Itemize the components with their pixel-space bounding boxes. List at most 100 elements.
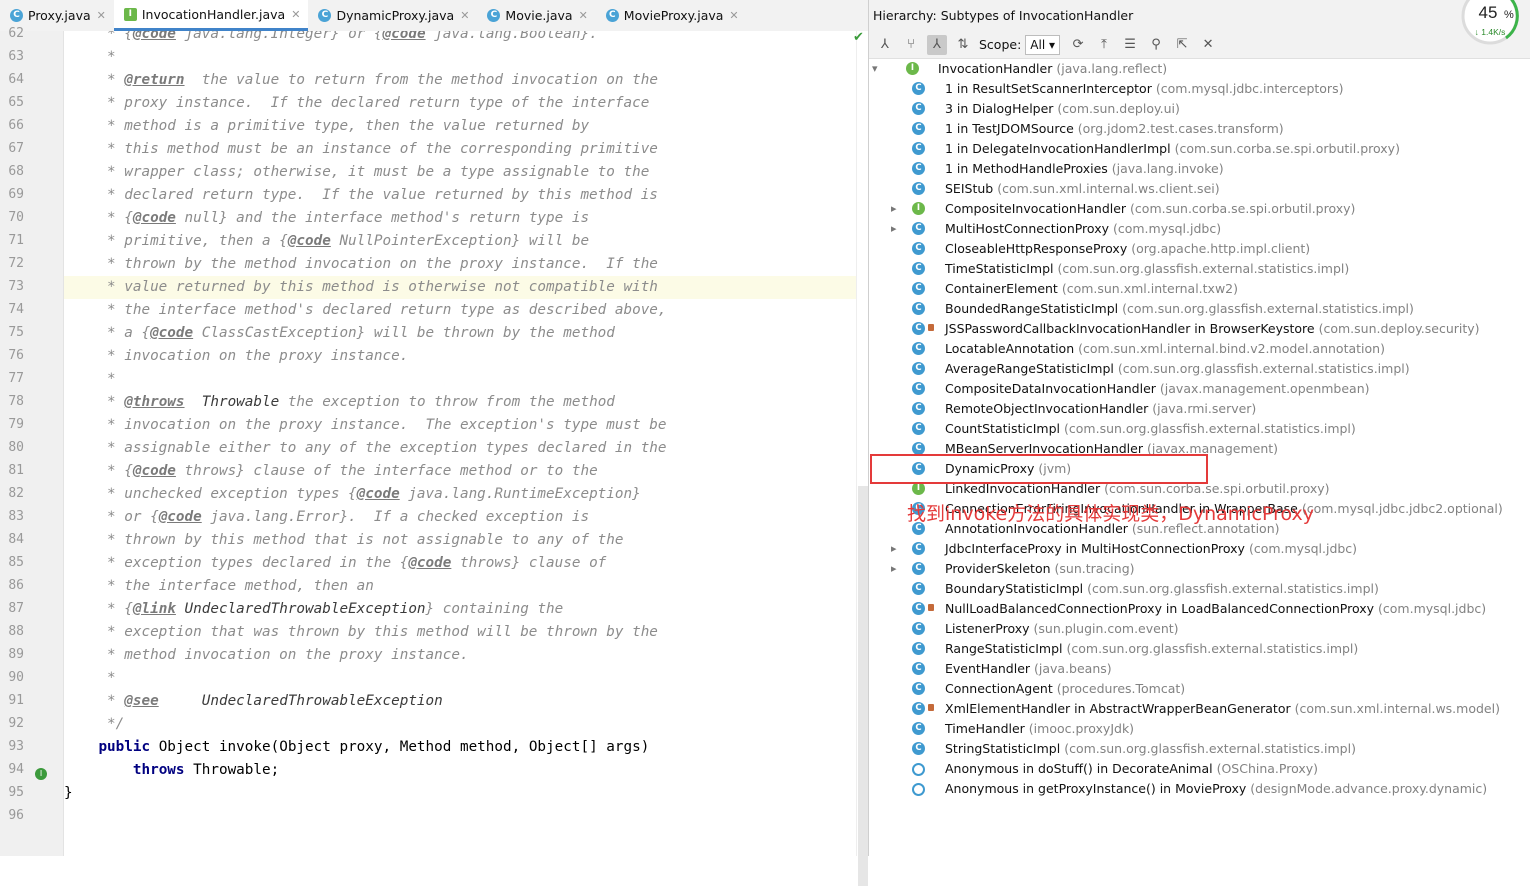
hierarchy-item[interactable]: Anonymous in getProxyInstance() in Movie… [869, 779, 1530, 799]
close-tab-icon[interactable]: ✕ [291, 8, 300, 21]
comment-line[interactable]: * [64, 667, 116, 690]
comment-line[interactable]: * {@code null} and the interface method'… [64, 207, 589, 230]
comment-line[interactable]: * invocation on the proxy instance. [64, 345, 408, 368]
hierarchy-item[interactable]: C RangeStatisticImpl (com.sun.org.glassfi… [869, 639, 1530, 659]
close-icon[interactable]: ✕ [1198, 35, 1218, 55]
hierarchy-item[interactable]: ▸ C JdbcInterfaceProxy in MultiHostConnect… [869, 539, 1530, 559]
comment-line[interactable]: * @see UndeclaredThrowableException [64, 690, 443, 713]
comment-line[interactable]: */ [64, 713, 124, 736]
comment-line[interactable]: * wrapper class; otherwise, it must be a… [64, 161, 649, 184]
close-tab-icon[interactable]: ✕ [579, 9, 588, 22]
refresh-icon[interactable]: ⟳ [1068, 35, 1088, 55]
expand-arrow-icon[interactable]: ▸ [891, 199, 897, 219]
hierarchy-root[interactable]: ▾ I InvocationHandler (java.lang.reflect) [869, 59, 1530, 79]
implemented-method-icon[interactable]: I [35, 768, 47, 780]
class-icon: C [912, 82, 925, 95]
comment-line[interactable]: * invocation on the proxy instance. The … [64, 414, 667, 437]
hierarchy-item[interactable]: C ListenerProxy (sun.plugin.com.event) [869, 619, 1530, 639]
comment-line[interactable]: * @return the value to return from the m… [64, 69, 658, 92]
hierarchy-item[interactable]: C StringStatisticImpl (com.sun.org.glassf… [869, 739, 1530, 759]
comment-line[interactable]: * declared return type. If the value ret… [64, 184, 658, 207]
type-hierarchy-icon[interactable]: ⑂ [901, 35, 921, 55]
comment-line[interactable]: * unchecked exception types {@code java.… [64, 483, 641, 506]
hierarchy-item[interactable]: ▸ C ProviderSkeleton (sun.tracing) [869, 559, 1530, 579]
hierarchy-item[interactable]: C AverageRangeStatisticImpl (com.sun.org.… [869, 359, 1530, 379]
tab-invocationhandler[interactable]: I InvocationHandler.java ✕ [113, 0, 309, 31]
expand-all-icon[interactable]: ☰ [1120, 35, 1140, 55]
expand-arrow-icon[interactable]: ▸ [891, 219, 897, 239]
comment-line[interactable]: * the interface method, then an [64, 575, 374, 598]
hierarchy-item[interactable]: C EventHandler (java.beans) [869, 659, 1530, 679]
hierarchy-item[interactable]: C 1 in DelegateInvocationHandlerImpl (com… [869, 139, 1530, 159]
comment-line[interactable]: * {@link UndeclaredThrowableException} c… [64, 598, 563, 621]
hierarchy-item[interactable]: C XmlElementHandler in AbstractWrapperBea… [869, 699, 1530, 719]
editor-scrollbar-thumb[interactable] [858, 486, 868, 886]
close-tab-icon[interactable]: ✕ [729, 9, 738, 22]
hierarchy-item[interactable]: C ConnectionAgent (procedures.Tomcat) [869, 679, 1530, 699]
comment-line[interactable]: * [64, 46, 116, 69]
hierarchy-item[interactable]: C BoundaryStatisticImpl (com.sun.org.glas… [869, 579, 1530, 599]
hierarchy-item[interactable]: C SEIStub (com.sun.xml.internal.ws.client… [869, 179, 1530, 199]
expand-arrow-icon[interactable]: ▸ [891, 539, 897, 559]
hierarchy-item[interactable]: C RemoteObjectInvocationHandler (java.rmi… [869, 399, 1530, 419]
comment-line[interactable]: * method is a primitive type, then the v… [64, 115, 589, 138]
close-tab-icon[interactable]: ✕ [97, 9, 106, 22]
code-editor[interactable]: * {@code java.lang.Integer} or {@code ja… [64, 31, 856, 856]
hierarchy-item[interactable]: C ContainerElement (com.sun.xml.internal.… [869, 279, 1530, 299]
hierarchy-item[interactable]: C TimeHandler (imooc.proxyJdk) [869, 719, 1530, 739]
comment-line[interactable]: * this method must be an instance of the… [64, 138, 658, 161]
hierarchy-item[interactable]: C TimeStatisticImpl (com.sun.org.glassfis… [869, 259, 1530, 279]
hierarchy-item[interactable]: Anonymous in doStuff() in DecorateAnimal… [869, 759, 1530, 779]
close-tab-icon[interactable]: ✕ [460, 9, 469, 22]
supertypes-hierarchy-icon[interactable]: ⅄ [875, 35, 895, 55]
comment-line[interactable]: * assignable either to any of the except… [64, 437, 667, 460]
comment-line[interactable]: * {@code throws} clause of the interface… [64, 460, 598, 483]
comment-line[interactable]: * method invocation on the proxy instanc… [64, 644, 469, 667]
tab-movieproxy[interactable]: C MovieProxy.java ✕ [596, 0, 747, 31]
hierarchy-item[interactable]: C 1 in TestJDOMSource (org.jdom2.test.cas… [869, 119, 1530, 139]
code-line[interactable]: throws Throwable; [64, 759, 279, 782]
hierarchy-item[interactable]: C CompositeDataInvocationHandler (javax.m… [869, 379, 1530, 399]
tab-label: MovieProxy.java [623, 8, 724, 23]
comment-line[interactable]: * thrown by this method that is not assi… [64, 529, 623, 552]
comment-line[interactable]: * [64, 368, 116, 391]
hierarchy-item[interactable]: C 1 in ResultSetScannerInterceptor (com.m… [869, 79, 1530, 99]
hierarchy-item[interactable]: C CountStatisticImpl (com.sun.org.glassfi… [869, 419, 1530, 439]
hierarchy-item[interactable]: C JSSPasswordCallbackInvocationHandler in… [869, 319, 1530, 339]
comment-line[interactable]: * a {@code ClassCastException} will be t… [64, 322, 615, 345]
comment-line[interactable]: * proxy instance. If the declared return… [64, 92, 649, 115]
hierarchy-item[interactable]: C 3 in DialogHelper (com.sun.deploy.ui) [869, 99, 1530, 119]
class-icon: C [912, 582, 925, 595]
hierarchy-item[interactable]: ▸ C MultiHostConnectionProxy (com.mysql.jd… [869, 219, 1530, 239]
scope-select[interactable]: All ▾ [1025, 34, 1061, 55]
comment-line[interactable]: * or {@code java.lang.Error}. If a check… [64, 506, 589, 529]
hierarchy-item[interactable]: C BoundedRangeStatisticImpl (com.sun.org.… [869, 299, 1530, 319]
tab-movie[interactable]: C Movie.java ✕ [477, 0, 595, 31]
export-icon[interactable]: ⤒ [1094, 35, 1114, 55]
comment-line[interactable]: * {@code java.lang.Integer} or {@code ja… [64, 31, 598, 46]
hierarchy-item[interactable]: C LocatableAnnotation (com.sun.xml.intern… [869, 339, 1530, 359]
sort-alphabetically-icon[interactable]: ⇅ [953, 35, 973, 55]
open-in-new-window-icon[interactable]: ⇱ [1172, 35, 1192, 55]
tab-dynamicproxy[interactable]: C DynamicProxy.java ✕ [308, 0, 477, 31]
comment-line[interactable]: * @throws Throwable the exception to thr… [64, 391, 615, 414]
comment-line[interactable]: * the interface method's declared return… [64, 299, 667, 322]
gauge-rate: ↓ 1.4K/s [1475, 27, 1506, 37]
code-line[interactable]: } [64, 782, 73, 805]
collapse-arrow-icon[interactable]: ▾ [872, 59, 878, 79]
subtypes-hierarchy-icon[interactable]: ⅄ [927, 34, 947, 55]
comment-line[interactable]: * value returned by this method is other… [64, 276, 658, 299]
hierarchy-item[interactable]: C NullLoadBalancedConnectionProxy in Load… [869, 599, 1530, 619]
class-icon: C [912, 562, 925, 575]
comment-line[interactable]: * thrown by the method invocation on the… [64, 253, 658, 276]
pin-tab-icon[interactable]: ⚲ [1146, 35, 1166, 55]
expand-arrow-icon[interactable]: ▸ [891, 559, 897, 579]
hierarchy-item[interactable]: ▸ I CompositeInvocationHandler (com.sun.co… [869, 199, 1530, 219]
hierarchy-item[interactable]: C 1 in MethodHandleProxies (java.lang.inv… [869, 159, 1530, 179]
code-line[interactable]: public Object invoke(Object proxy, Metho… [64, 736, 649, 759]
comment-line[interactable]: * exception that was thrown by this meth… [64, 621, 658, 644]
hierarchy-item[interactable]: C CloseableHttpResponseProxy (org.apache.… [869, 239, 1530, 259]
gauge-unit: % [1504, 9, 1514, 21]
comment-line[interactable]: * primitive, then a {@code NullPointerEx… [64, 230, 589, 253]
comment-line[interactable]: * exception types declared in the {@code… [64, 552, 606, 575]
